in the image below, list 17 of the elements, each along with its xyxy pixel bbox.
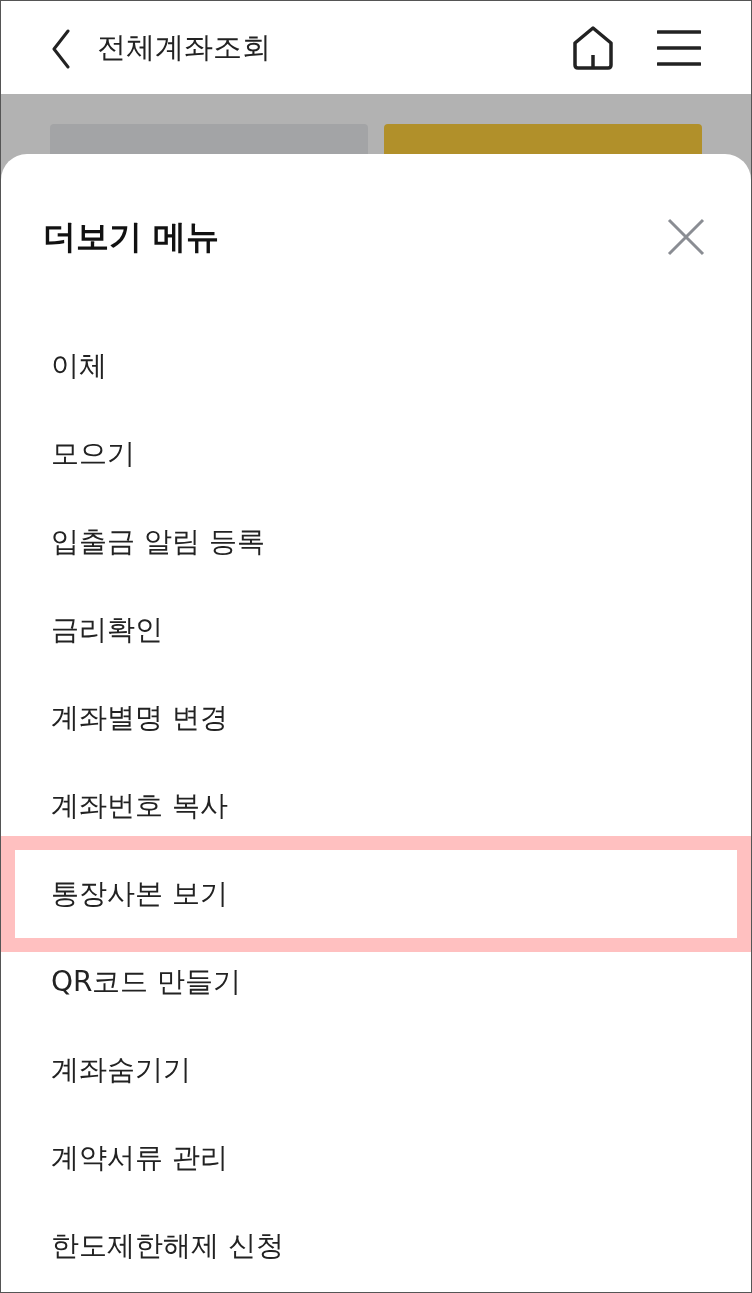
menu-icon[interactable] xyxy=(657,28,701,67)
back-icon[interactable] xyxy=(51,28,71,69)
menu-item[interactable]: 통장사본 보기 xyxy=(51,875,228,913)
menu-item[interactable]: 계좌별명 변경 xyxy=(51,699,228,737)
menu-item[interactable]: 계약서류 관리 xyxy=(51,1139,228,1177)
sheet-title: 더보기 메뉴 xyxy=(43,215,220,258)
menu-item[interactable]: 이체 xyxy=(51,347,107,385)
menu-item[interactable]: 모으기 xyxy=(51,435,135,473)
home-icon[interactable] xyxy=(571,24,615,71)
menu-item[interactable]: 입출금 알림 등록 xyxy=(51,523,265,561)
page-title: 전체계좌조회 xyxy=(97,28,272,66)
menu-item[interactable]: 계좌숨기기 xyxy=(51,1051,191,1089)
close-icon[interactable] xyxy=(667,218,705,256)
menu-item[interactable]: 한도제한해제 신청 xyxy=(51,1227,284,1265)
menu-item[interactable]: 계좌번호 복사 xyxy=(51,787,228,825)
menu-item[interactable]: QR코드 만들기 xyxy=(51,963,242,1001)
menu-item[interactable]: 금리확인 xyxy=(51,611,163,649)
